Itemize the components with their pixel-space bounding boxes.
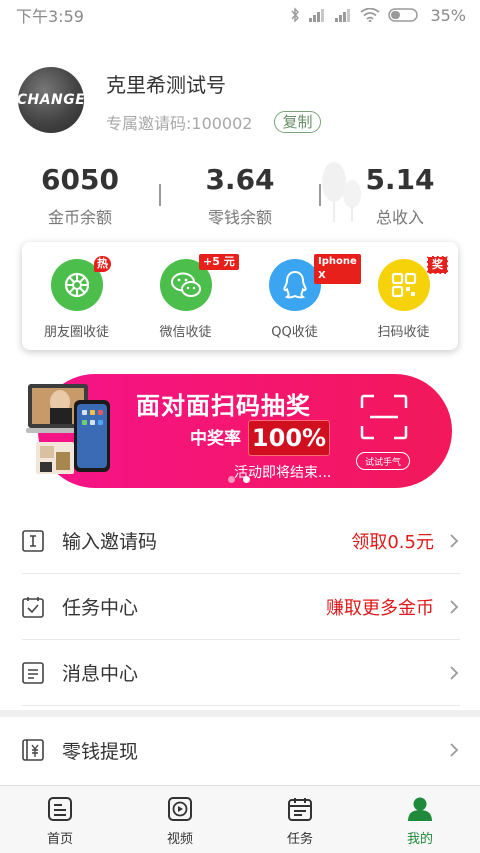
tab-task[interactable]: 任务 (240, 786, 360, 853)
app-screen: 下午3:59 35% CHANGE 克里希测试号 专属邀请码:100002 复制… (0, 0, 480, 853)
stat-total-income[interactable]: 5.14 总收入 (320, 160, 480, 240)
tab-profile[interactable]: 我的 (360, 786, 480, 853)
share-qq[interactable]: Iphone X QQ收徒 (240, 242, 361, 350)
bluetooth-icon (291, 7, 300, 23)
banner-title: 面对面扫码抽奖 (136, 392, 311, 420)
wifi-icon (360, 8, 380, 22)
carousel-dot-active[interactable] (243, 476, 250, 483)
tab-video-label: 视频 (166, 832, 193, 847)
share-qrcode-label: 扫码收徒 (377, 325, 430, 340)
hot-badge: 热 (94, 256, 111, 272)
invite-code-text: 专属邀请码:100002 (106, 113, 253, 133)
carousel-dots (228, 476, 250, 483)
scan-frame-icon (360, 394, 408, 440)
menu-item-label: 任务中心 (62, 597, 139, 619)
menu-item-reward: 赚取更多金币 (326, 597, 434, 619)
withdraw-icon (22, 739, 44, 761)
signal-icon-1 (309, 9, 325, 22)
promo-banner[interactable]: 面对面扫码抽奖 中奖率 100% 活动即将结束... 试试手气 (26, 374, 452, 488)
stat-divider (319, 184, 321, 206)
battery-percent: 35% (430, 5, 466, 25)
menu-item-label: 消息中心 (62, 663, 139, 685)
qrcode-icon (377, 259, 430, 311)
share-qq-label: QQ收徒 (271, 325, 318, 340)
signal-icon-2 (335, 9, 351, 22)
status-time: 下午3:59 (16, 7, 84, 26)
status-icons: 35% (290, 6, 466, 25)
stat-coins-label: 金币余额 (47, 208, 112, 227)
message-icon (22, 661, 44, 684)
profile-icon (408, 797, 432, 821)
share-wechat[interactable]: +5 元 微信收徒 (131, 242, 240, 350)
invite-code-row: 专属邀请码:100002 复制 (106, 110, 321, 134)
menu-list: 输入邀请码 领取0.5元 任务中心 赚取更多金币 消息中心 零钱提现 (0, 508, 480, 783)
banner-rate-value: 100% (248, 420, 330, 456)
profile-header: CHANGE 克里希测试号 专属邀请码:100002 复制 (18, 66, 462, 134)
try-luck-button[interactable]: 试试手气 (356, 452, 410, 470)
avatar-text: CHANGE (18, 92, 84, 108)
share-wechat-label: 微信收徒 (159, 325, 212, 340)
bonus-badge: +5 元 (199, 254, 239, 270)
stat-change-label: 零钱余额 (207, 208, 272, 227)
chevron-right-icon (450, 743, 459, 757)
balance-stats: 6050 金币余额 3.64 零钱余额 5.14 总收入 (0, 160, 480, 240)
profile-name: 克里希测试号 (106, 72, 226, 97)
menu-item-label: 输入邀请码 (62, 531, 158, 553)
chevron-right-icon (450, 599, 459, 614)
stat-change-value: 3.64 (205, 163, 275, 196)
share-moments-label: 朋友圈收徒 (43, 325, 109, 340)
qq-icon (268, 259, 321, 311)
status-bar: 下午3:59 35% (0, 0, 480, 30)
tab-video[interactable]: 视频 (120, 786, 240, 853)
home-icon (48, 797, 72, 821)
bottom-tab-bar: 首页 视频 任务 我的 (0, 785, 480, 853)
menu-item-task-center[interactable]: 任务中心 赚取更多金币 (22, 574, 460, 640)
chevron-right-icon (450, 533, 459, 548)
profile-info: 克里希测试号 专属邀请码:100002 复制 (106, 67, 321, 134)
task-center-icon (22, 596, 44, 618)
chevron-right-icon (450, 665, 459, 680)
menu-item-message-center[interactable]: 消息中心 (22, 640, 460, 706)
battery-icon (388, 8, 419, 22)
tab-home[interactable]: 首页 (0, 786, 120, 853)
share-qrcode[interactable]: 奖 扫码收徒 (349, 242, 458, 350)
stat-coins[interactable]: 6050 金币余额 (0, 160, 160, 240)
phones-illustration-icon (26, 384, 110, 474)
stat-coins-value: 6050 (41, 163, 119, 196)
stat-total-label: 总收入 (375, 208, 424, 227)
stat-divider (159, 184, 161, 206)
video-icon (168, 797, 192, 821)
avatar[interactable]: CHANGE (18, 67, 84, 133)
share-moments[interactable]: 热 朋友圈收徒 (22, 242, 131, 350)
tab-task-label: 任务 (286, 832, 313, 847)
tab-home-label: 首页 (46, 832, 73, 847)
stat-total-value: 5.14 (365, 163, 435, 196)
menu-item-reward: 领取0.5元 (351, 531, 434, 553)
menu-item-label: 零钱提现 (62, 740, 139, 763)
tab-profile-label: 我的 (406, 832, 433, 847)
recruit-card: 热 朋友圈收徒 +5 元 微信收徒 Iphone X QQ收徒 奖 扫码收徒 (22, 242, 458, 350)
banner-rate-label: 中奖率 (190, 429, 241, 449)
stat-change[interactable]: 3.64 零钱余额 (160, 160, 320, 240)
carousel-dot[interactable] (228, 476, 235, 483)
menu-item-invite-code[interactable]: 输入邀请码 领取0.5元 (22, 508, 460, 574)
prize-badge: 奖 (427, 256, 448, 274)
copy-button[interactable]: 复制 (274, 110, 321, 133)
invite-code-icon (22, 529, 44, 552)
section-divider (0, 710, 480, 717)
menu-item-withdraw[interactable]: 零钱提现 (22, 717, 460, 783)
task-icon (288, 798, 312, 821)
